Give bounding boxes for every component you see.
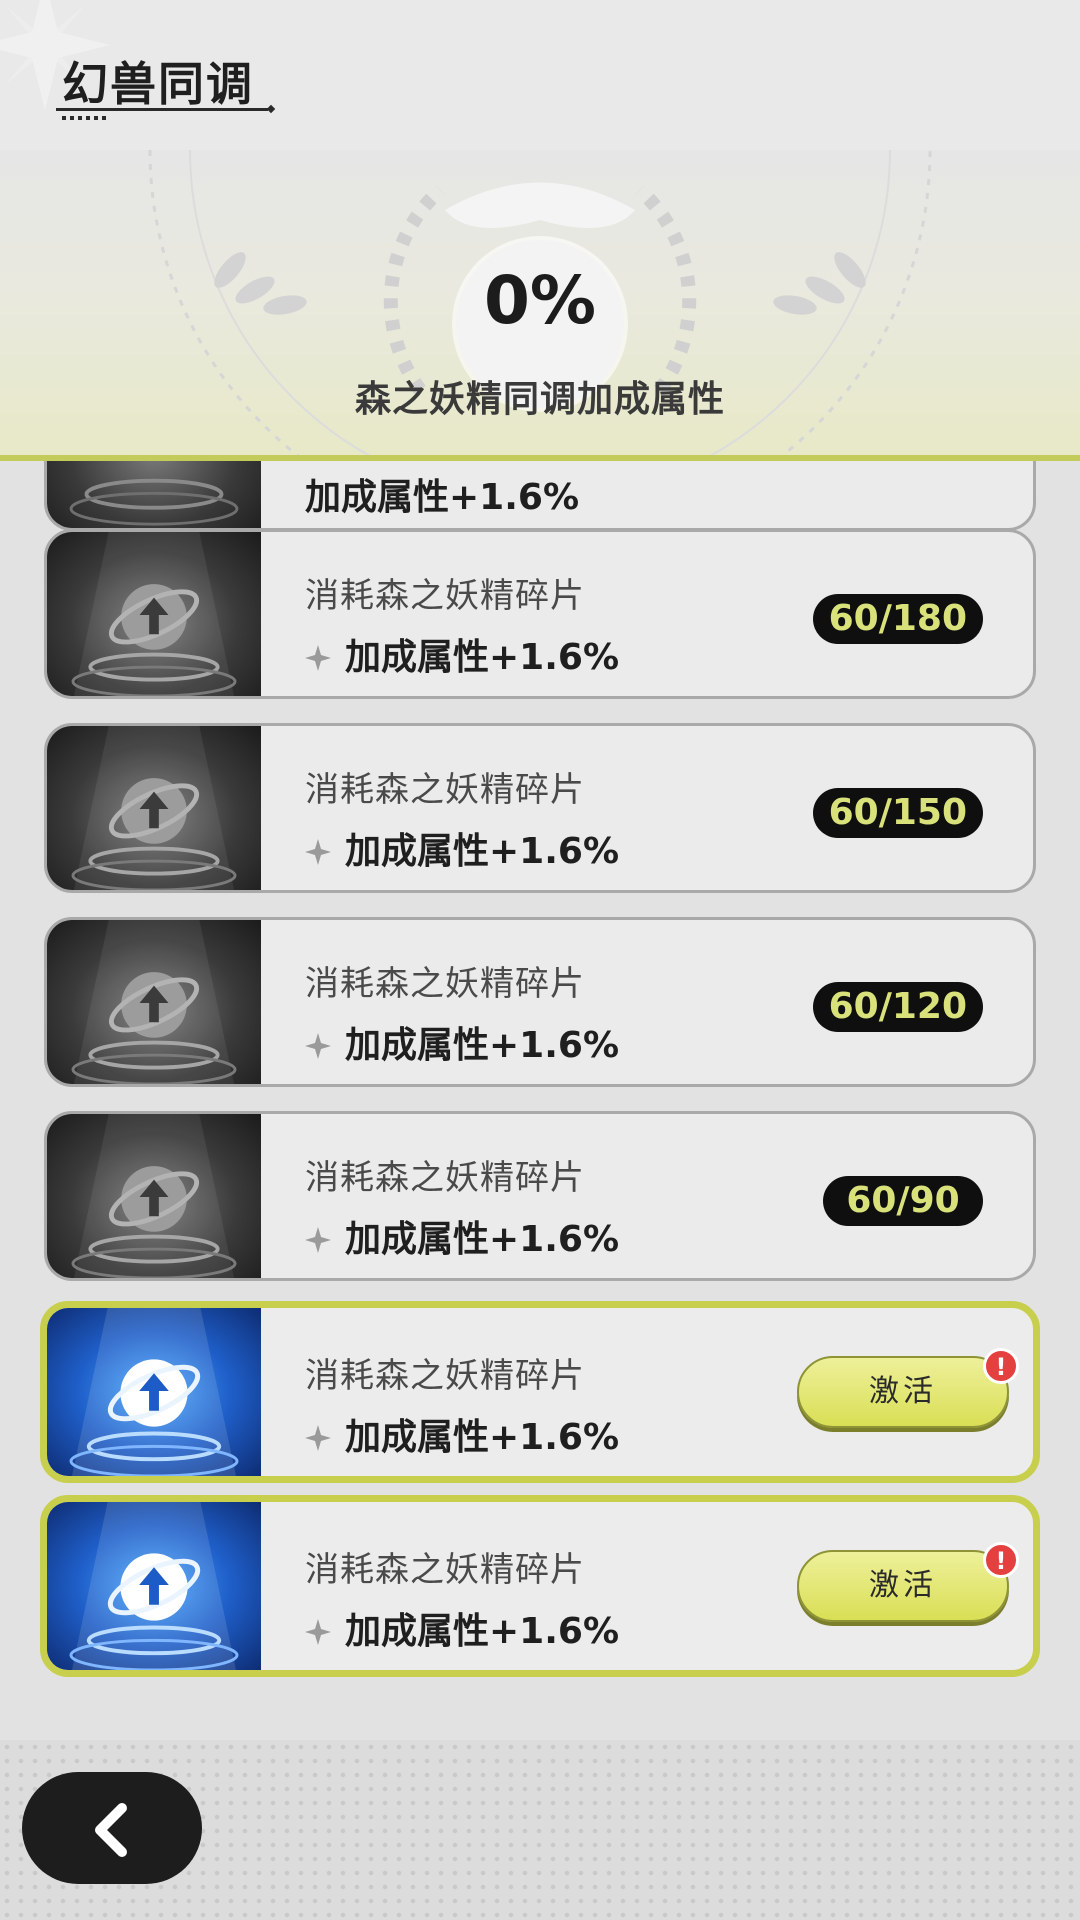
list-item: 消耗森之妖精碎片 加成属性+1.6% 60/180 [44, 529, 1036, 699]
list-item: 消耗森之妖精碎片 加成属性+1.6% 60/90 [44, 1111, 1036, 1281]
card-title: 消耗森之妖精碎片 [305, 1550, 585, 1590]
sparkle-icon [305, 1033, 331, 1059]
top-bar: 幻兽同调 [0, 0, 1080, 150]
upgrade-arrow-icon [71, 920, 237, 1084]
activate-button[interactable]: 激活 [797, 1356, 1009, 1428]
card-title: 消耗森之妖精碎片 [305, 1356, 585, 1396]
bonus-text: 加成属性+1.6% [305, 1016, 619, 1068]
chevron-left-icon [95, 1803, 127, 1857]
bonus-text: 加成属性+1.6% [305, 822, 619, 874]
upgrade-arrow-icon [69, 1308, 239, 1476]
title-underline [56, 108, 268, 111]
bonus-text: 加成属性+1.6% [305, 628, 619, 680]
list-item: 消耗森之妖精碎片 加成属性+1.6% 60/120 [44, 917, 1036, 1087]
sync-node-list[interactable]: 加成属性+1.6% 消耗森之妖精碎片 加成属性+1.6% 60/180 消耗森之… [0, 461, 1080, 1706]
node-thumbnail [47, 1308, 261, 1476]
sparkle-icon [305, 1425, 331, 1451]
node-thumbnail [47, 1502, 261, 1670]
list-item-partial: 加成属性+1.6% [44, 461, 1036, 531]
card-title: 消耗森之妖精碎片 [305, 576, 585, 616]
node-thumbnail [47, 1114, 261, 1278]
node-thumbnail [47, 461, 261, 528]
upgrade-arrow-icon [71, 532, 237, 696]
activate-button[interactable]: 激活 [797, 1550, 1009, 1622]
card-title: 消耗森之妖精碎片 [305, 964, 585, 1004]
shard-count-badge: 60/120 [812, 982, 983, 1032]
bonus-text: 加成属性+1.6% [305, 477, 580, 518]
upgrade-arrow-icon [71, 726, 237, 890]
title-dots [62, 116, 106, 120]
list-item-active: 消耗森之妖精碎片 加成属性+1.6% 激活 ! [40, 1301, 1040, 1483]
sparkle-icon [305, 1619, 331, 1645]
bonus-text: 加成属性+1.6% [305, 1602, 619, 1654]
back-button[interactable] [22, 1772, 202, 1884]
shard-count-badge: 60/180 [812, 594, 983, 644]
node-thumbnail [47, 532, 261, 696]
sparkle-icon [305, 1227, 331, 1253]
sync-progress-value: 0% [483, 262, 597, 339]
sparkle-icon [305, 645, 331, 671]
bonus-text: 加成属性+1.6% [305, 1408, 619, 1460]
shard-count-badge: 60/150 [812, 788, 983, 838]
page-title: 幻兽同调 [62, 57, 254, 111]
card-title: 消耗森之妖精碎片 [305, 770, 585, 810]
sparkle-icon [305, 839, 331, 865]
bonus-text: 加成属性+1.6% [305, 1210, 619, 1262]
exclamation-icon: ! [983, 1348, 1019, 1384]
node-thumbnail [47, 920, 261, 1084]
card-title: 消耗森之妖精碎片 [305, 1158, 585, 1198]
sync-bonus-label: 森之妖精同调加成属性 [354, 379, 725, 420]
upgrade-arrow-icon [69, 478, 239, 526]
upgrade-arrow-icon [71, 1114, 237, 1278]
exclamation-icon: ! [983, 1542, 1019, 1578]
list-item-active: 消耗森之妖精碎片 加成属性+1.6% 激活 ! [40, 1495, 1040, 1677]
upgrade-arrow-icon [69, 1502, 239, 1670]
shard-count-badge: 60/90 [823, 1176, 983, 1226]
synchronization-screen: 幻兽同调 0% 森之妖精同调加成属性 加成属性+1.6% 消耗森之妖精碎片 加成… [0, 0, 1080, 1920]
list-item: 消耗森之妖精碎片 加成属性+1.6% 60/150 [44, 723, 1036, 893]
node-thumbnail [47, 726, 261, 890]
